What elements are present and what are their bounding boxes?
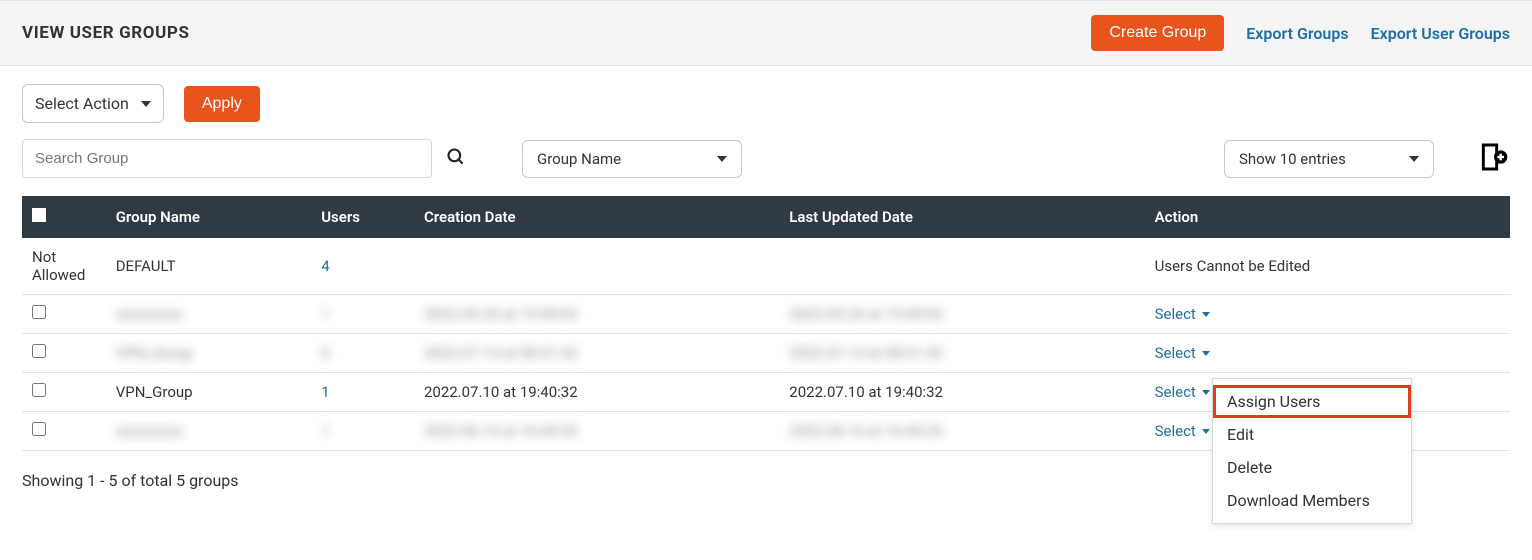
create-group-button[interactable]: Create Group [1091,15,1224,51]
header-checkbox[interactable] [32,208,46,222]
cell-creation-date: 2022.07.10 at 19:40:32 [414,373,779,412]
search-button[interactable] [446,147,466,170]
filter-row: Group Name Show 10 entries [0,131,1532,196]
cell-users: 0 [311,334,414,373]
col-header-checkbox [22,196,106,238]
export-user-groups-link[interactable]: Export User Groups [1371,24,1510,43]
cell-creation-date: 2022.06.16 at 16:49:33 [414,412,779,451]
search-wrap [22,139,466,178]
cell-creation-date: 2022.07.14 at 08:31:42 [414,334,779,373]
menu-item[interactable]: Assign Users [1213,385,1411,418]
cell-group-name: xxxxxxxxx [106,295,312,334]
col-header-creation: Creation Date [414,196,779,238]
chevron-down-icon [141,101,151,107]
row-action-select[interactable]: Select [1155,383,1210,401]
cell-action: Select [1145,334,1510,373]
users-link[interactable]: 1 [321,422,329,440]
cell-action: Select [1145,295,1510,334]
entries-dropdown[interactable]: Show 10 entries [1224,140,1434,178]
action-dropdown-menu: Assign UsersEditDeleteDownload Members [1212,378,1412,524]
cell-group-name: DEFAULT [106,238,312,295]
users-link[interactable]: 1 [321,383,329,401]
export-groups-link[interactable]: Export Groups [1246,24,1348,43]
cell-updated-date: 2022.05.26 at 19:49:03 [779,295,1144,334]
table-row: xxxxxxxxx 1 2022.05.26 at 19:49:032022.05.… [22,295,1510,334]
cell-updated-date [779,238,1144,295]
cell-users: 1 [311,373,414,412]
group-name-label: Group Name [537,150,621,168]
cell-updated-date: 2022.07.14 at 08:31:42 [779,334,1144,373]
table-row: Not AllowedDEFAULT 4 Users Cannot be Edite… [22,238,1510,295]
menu-item[interactable]: Download Members [1213,484,1411,517]
cell-group-name: VPN_Group [106,334,312,373]
row-checkbox[interactable] [32,422,46,436]
header-actions: Create Group Export Groups Export User G… [1091,15,1510,51]
row-checkbox[interactable] [32,383,46,397]
col-header-name: Group Name [106,196,312,238]
header-bar: VIEW USER GROUPS Create Group Export Gro… [0,0,1532,66]
entries-label: Show 10 entries [1239,150,1346,168]
row-chk-text: Not Allowed [22,238,106,295]
cell-creation-date [414,238,779,295]
cell-users: 4 [311,238,414,295]
users-link[interactable]: 0 [321,344,329,362]
cell-group-name: xxxxxxxxx [106,412,312,451]
col-header-users: Users [311,196,414,238]
row-action-select[interactable]: Select [1155,305,1210,323]
group-name-dropdown[interactable]: Group Name [522,140,742,178]
add-column-button[interactable] [1478,141,1510,176]
caret-down-icon [1202,312,1210,317]
cell-users: 1 [311,412,414,451]
row-action-select[interactable]: Select [1155,344,1210,362]
col-header-action: Action [1145,196,1510,238]
page-title: VIEW USER GROUPS [22,23,190,43]
caret-down-icon [1202,429,1210,434]
cell-users: 1 [311,295,414,334]
menu-item[interactable]: Edit [1213,418,1411,451]
chevron-down-icon [717,156,727,162]
cell-group-name: VPN_Group [106,373,312,412]
search-input[interactable] [22,139,432,178]
menu-item[interactable]: Delete [1213,451,1411,484]
cell-updated-date: 2022.06.16 at 16:49:33 [779,412,1144,451]
select-action-dropdown[interactable]: Select Action [22,84,164,123]
row-checkbox[interactable] [32,344,46,358]
add-column-icon [1478,141,1510,173]
cell-action: Users Cannot be Edited [1145,238,1510,295]
caret-down-icon [1202,351,1210,356]
cell-updated-date: 2022.07.10 at 19:40:32 [779,373,1144,412]
search-icon [446,147,466,167]
select-action-label: Select Action [35,94,129,113]
caret-down-icon [1202,390,1210,395]
col-header-updated: Last Updated Date [779,196,1144,238]
users-link[interactable]: 1 [321,305,329,323]
chevron-down-icon [1409,156,1419,162]
cell-creation-date: 2022.05.26 at 19:49:03 [414,295,779,334]
row-checkbox[interactable] [32,305,46,319]
table-wrap: Group Name Users Creation Date Last Upda… [22,196,1510,451]
table-row: VPN_Group 0 2022.07.14 at 08:31:422022.07.… [22,334,1510,373]
row-action-select[interactable]: Select [1155,422,1210,440]
apply-button[interactable]: Apply [184,86,260,122]
toolbar: Select Action Apply [0,66,1532,131]
users-link[interactable]: 4 [321,257,329,275]
